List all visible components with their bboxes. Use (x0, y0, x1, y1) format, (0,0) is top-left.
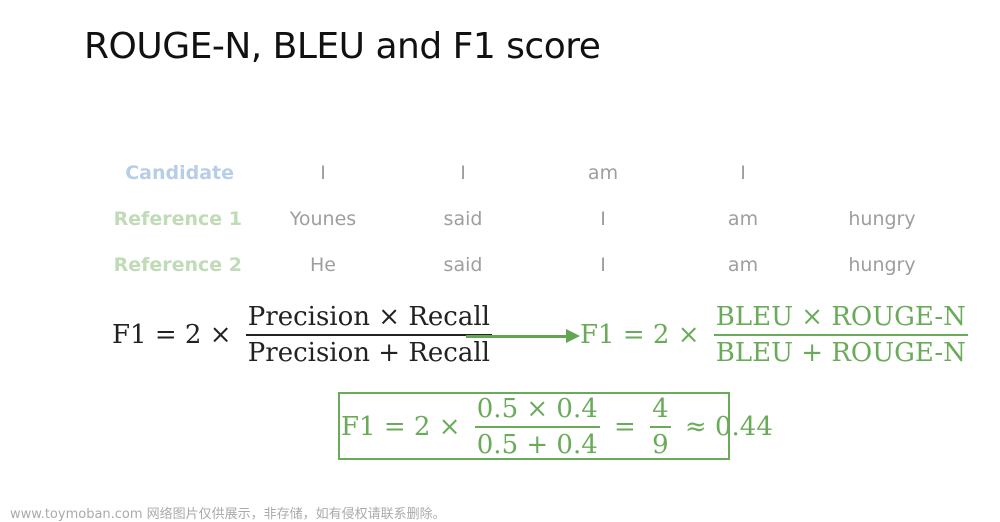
f1-result-equals: = (614, 412, 636, 442)
f1-result-fraction: 0.5 × 0.4 0.5 + 0.4 (474, 394, 600, 460)
reference-2-token: am (727, 254, 759, 276)
reference-2-token: said (443, 254, 483, 276)
reference-1-token: I (600, 208, 606, 230)
reference-2-token: I (600, 254, 606, 276)
candidate-token: am (587, 162, 619, 184)
f1-result-formula: F1 = 2 × 0.5 × 0.4 0.5 + 0.4 = 4 9 ≈ 0.4… (341, 394, 773, 460)
f1-specific-lhs: F1 = 2 × (580, 320, 700, 350)
f1-general-numerator: Precision × Recall (245, 302, 492, 336)
candidate-label: Candidate (125, 162, 234, 184)
reference-1-label: Reference 1 (113, 208, 242, 230)
f1-result-approx: ≈ 0.44 (684, 412, 773, 442)
f1-result-simplified-fraction: 4 9 (650, 394, 671, 460)
f1-general-formula: F1 = 2 × Precision × Recall Precision + … (112, 302, 492, 368)
slide-title: ROUGE-N, BLEU and F1 score (84, 26, 601, 67)
reference-2-label: Reference 2 (113, 254, 242, 276)
f1-specific-fraction: BLEU × ROUGE-N BLEU + ROUGE-N (713, 302, 968, 368)
arrow-line (466, 335, 576, 338)
f1-result-denominator: 0.5 + 0.4 (476, 430, 598, 460)
reference-1-token: Younes (289, 208, 357, 230)
reference-2-token: He (310, 254, 336, 276)
f1-bleu-rouge-formula: F1 = 2 × BLEU × ROUGE-N BLEU + ROUGE-N (580, 302, 968, 368)
f1-specific-numerator: BLEU × ROUGE-N (713, 302, 968, 336)
reference-1-token: said (443, 208, 483, 230)
reference-1-token: am (727, 208, 759, 230)
candidate-token: I (740, 162, 746, 184)
f1-result-lhs: F1 = 2 × (341, 412, 461, 442)
watermark: www.toymoban.com 网络图片仅供展示，非存储，如有侵权请联系删除。 (10, 507, 446, 522)
f1-result-simplified-numerator: 4 (650, 394, 671, 428)
candidate-token: I (460, 162, 466, 184)
arrow-right-icon (566, 329, 580, 343)
reference-2-token: hungry (848, 254, 916, 276)
f1-result-simplified-denominator: 9 (652, 430, 669, 460)
f1-specific-denominator: BLEU + ROUGE-N (715, 338, 966, 368)
f1-general-lhs: F1 = 2 × (112, 320, 232, 350)
f1-general-denominator: Precision + Recall (247, 338, 490, 368)
candidate-token: I (320, 162, 326, 184)
reference-1-token: hungry (848, 208, 916, 230)
f1-result-numerator: 0.5 × 0.4 (474, 394, 600, 428)
f1-general-fraction: Precision × Recall Precision + Recall (245, 302, 492, 368)
